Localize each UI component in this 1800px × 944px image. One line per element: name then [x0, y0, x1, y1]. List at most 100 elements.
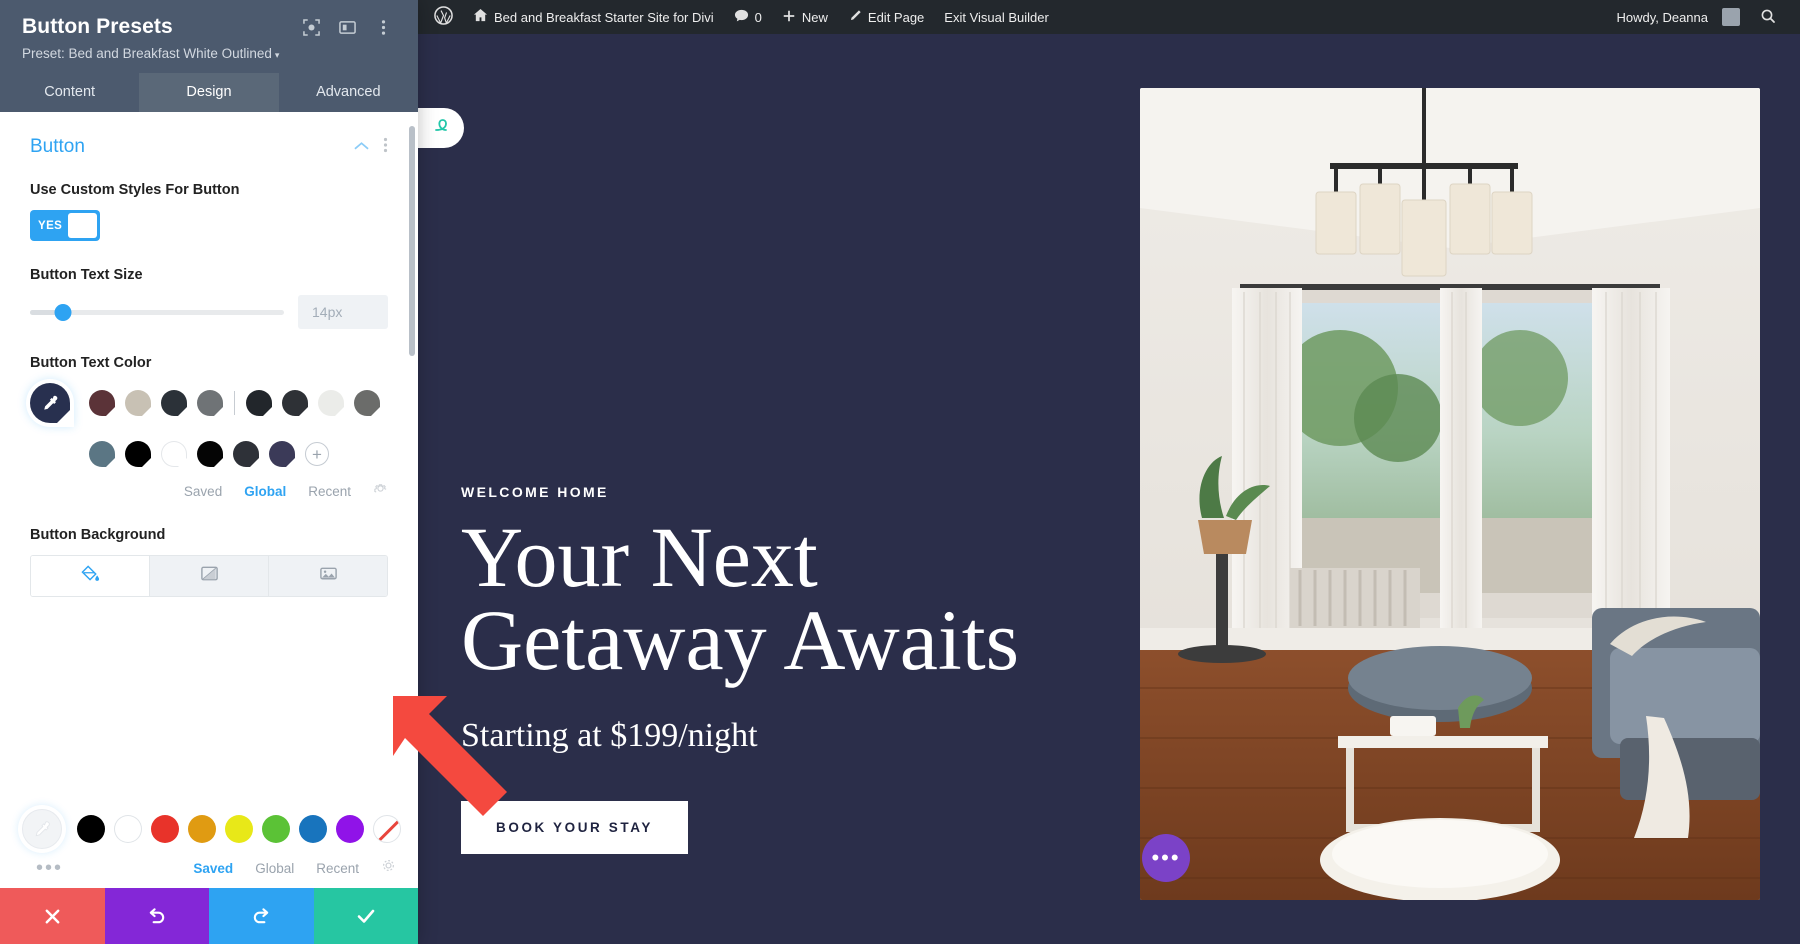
color-swatch[interactable]: [318, 390, 344, 416]
panel-header: Button Presets Preset: Bed and Breakfast…: [0, 0, 418, 73]
color-swatch[interactable]: [269, 441, 295, 467]
section-kebab-menu-icon[interactable]: [383, 137, 388, 158]
picker-color-swatch[interactable]: [336, 815, 364, 843]
book-your-stay-button[interactable]: BOOK YOUR STAY: [461, 801, 688, 855]
hero-headline-line2: Getaway Awaits: [461, 591, 1020, 688]
button-text-color-label: Button Text Color: [30, 355, 152, 371]
search-button[interactable]: [1750, 0, 1786, 34]
redo-button[interactable]: [209, 888, 314, 944]
edit-page-link[interactable]: Edit Page: [838, 0, 934, 34]
kebab-menu-icon[interactable]: [370, 14, 396, 40]
button-background-field: Button Background: [30, 525, 388, 597]
close-x-icon: [45, 909, 60, 923]
eyedropper-icon[interactable]: [22, 809, 62, 849]
comments-count: 0: [754, 9, 762, 25]
checkmark-icon: [357, 909, 375, 923]
eyedropper-icon[interactable]: [30, 383, 70, 423]
divi-builder-tab[interactable]: [418, 108, 464, 148]
gear-icon[interactable]: [381, 858, 396, 878]
new-content-menu[interactable]: New: [772, 0, 838, 34]
more-dots-icon[interactable]: •••: [22, 858, 193, 878]
site-name-menu[interactable]: Bed and Breakfast Starter Site for Divi: [463, 0, 724, 34]
picker-scope-recent[interactable]: Recent: [316, 861, 359, 876]
discard-button[interactable]: [0, 888, 105, 944]
button-text-size-label: Button Text Size: [30, 267, 143, 283]
picker-color-swatch[interactable]: [151, 815, 179, 843]
edit-page-label: Edit Page: [867, 9, 925, 25]
howdy-label: Howdy, Deanna: [1616, 9, 1708, 25]
button-text-size-input[interactable]: 14px: [298, 295, 388, 329]
picker-color-swatch[interactable]: [77, 815, 105, 843]
button-section-header[interactable]: Button: [30, 136, 388, 158]
background-gradient-tab[interactable]: [150, 556, 269, 596]
pencil-icon: [848, 9, 862, 26]
color-swatch[interactable]: [89, 441, 115, 467]
color-swatch[interactable]: [161, 390, 187, 416]
page-settings-fab[interactable]: •••: [1142, 834, 1190, 882]
divi-logo-icon: [431, 115, 451, 141]
panel-scrollbar[interactable]: [409, 126, 415, 356]
picker-color-swatch[interactable]: [114, 815, 142, 843]
background-color-tab[interactable]: [31, 556, 150, 596]
picker-scope-global[interactable]: Global: [255, 861, 294, 876]
text-color-scope-tabs: Saved Global Recent: [30, 481, 388, 501]
gradient-icon: [200, 564, 219, 588]
use-custom-styles-toggle[interactable]: YES: [30, 210, 100, 241]
picker-color-swatch[interactable]: [299, 815, 327, 843]
color-swatch[interactable]: [233, 441, 259, 467]
my-account-menu[interactable]: Howdy, Deanna: [1606, 0, 1750, 34]
image-icon: [319, 564, 338, 588]
save-button[interactable]: [313, 888, 418, 944]
picker-color-swatch[interactable]: [262, 815, 290, 843]
wp-admin-bar: Bed and Breakfast Starter Site for Divi …: [418, 0, 1800, 34]
color-swatch[interactable]: [246, 390, 272, 416]
exit-visual-builder-link[interactable]: Exit Visual Builder: [934, 0, 1059, 34]
paint-bucket-icon: [80, 564, 100, 588]
picker-color-swatch[interactable]: [225, 815, 253, 843]
exit-visual-builder-label: Exit Visual Builder: [944, 9, 1049, 25]
chevron-down-icon: ▾: [274, 50, 280, 60]
scope-tab-global[interactable]: Global: [244, 484, 286, 499]
color-swatch[interactable]: [282, 390, 308, 416]
color-swatch[interactable]: [125, 390, 151, 416]
button-section-title: Button: [30, 136, 85, 157]
color-swatch[interactable]: [125, 441, 151, 467]
picker-scope-saved[interactable]: Saved: [193, 861, 233, 876]
no-color-icon[interactable]: [373, 815, 401, 843]
module-settings-panel: Button Presets Preset: Bed and Breakfast…: [0, 0, 418, 944]
color-swatch[interactable]: [197, 390, 223, 416]
preset-label: Preset: Bed and Breakfast White Outlined: [22, 46, 272, 61]
color-swatch[interactable]: [354, 390, 380, 416]
color-swatch[interactable]: [197, 441, 223, 467]
use-custom-styles-field: Use Custom Styles For Button YES: [30, 180, 388, 241]
wp-logo-button[interactable]: [424, 0, 463, 34]
background-image-tab[interactable]: [269, 556, 387, 596]
slider-handle[interactable]: [54, 303, 72, 321]
gear-icon[interactable]: [373, 481, 388, 501]
panel-tab-bar: Content Design Advanced: [0, 73, 418, 112]
panel-layout-icon[interactable]: [334, 14, 360, 40]
picker-color-swatch[interactable]: [188, 815, 216, 843]
hero-image: [1140, 88, 1760, 900]
add-color-button[interactable]: +: [305, 442, 329, 466]
tab-content[interactable]: Content: [0, 73, 139, 112]
scope-tab-saved[interactable]: Saved: [184, 484, 222, 499]
panel-action-bar: [0, 888, 418, 944]
button-text-size-slider-row: 14px: [30, 295, 388, 329]
focus-target-icon[interactable]: [298, 14, 324, 40]
scope-tab-recent[interactable]: Recent: [308, 484, 351, 499]
tab-design[interactable]: Design: [139, 73, 279, 112]
toggle-value-label: YES: [38, 219, 63, 232]
color-swatch[interactable]: [161, 441, 187, 467]
preset-selector[interactable]: Preset: Bed and Breakfast White Outlined…: [22, 46, 396, 61]
tab-advanced[interactable]: Advanced: [279, 73, 418, 112]
button-background-label: Button Background: [30, 527, 166, 543]
color-swatch[interactable]: [89, 390, 115, 416]
living-room-photo: [1140, 88, 1760, 900]
undo-button[interactable]: [104, 888, 209, 944]
hero-headline: Your Next Getaway Awaits: [461, 514, 1020, 688]
home-icon: [473, 8, 488, 26]
comments-link[interactable]: 0: [724, 0, 772, 34]
button-text-size-slider[interactable]: [30, 303, 284, 321]
chevron-up-icon[interactable]: [354, 138, 369, 156]
